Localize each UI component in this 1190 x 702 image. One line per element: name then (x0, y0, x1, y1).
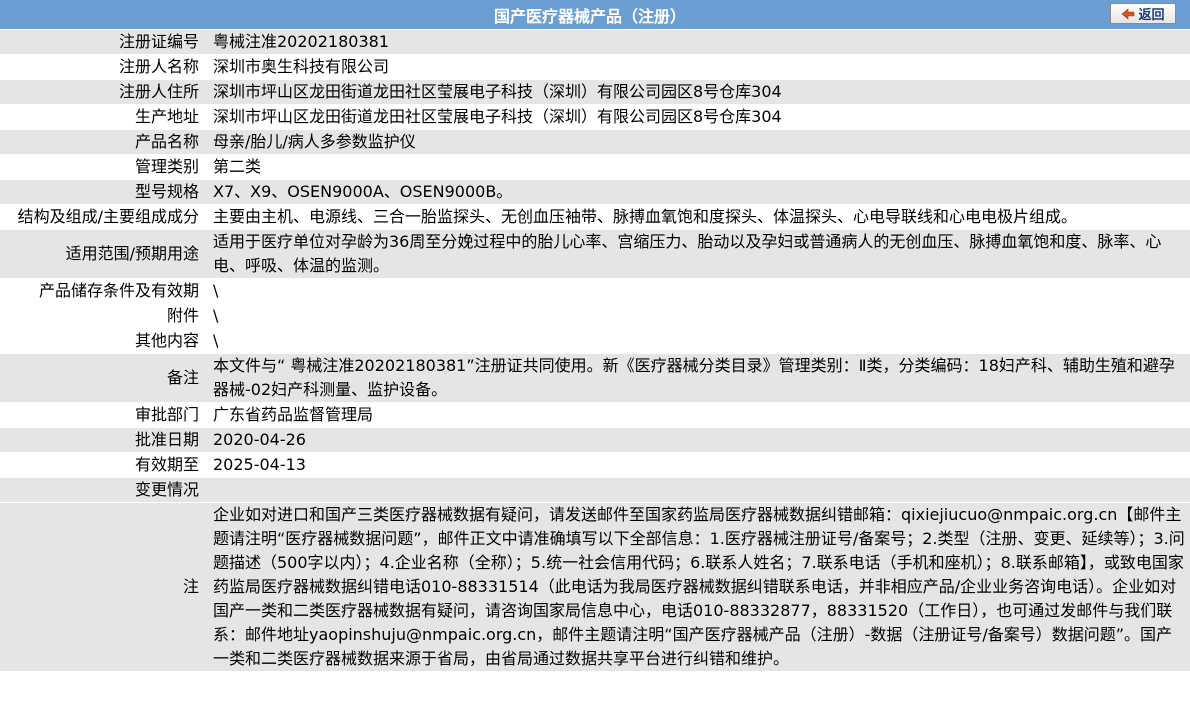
row-registrant: 注册人名称 深圳市奥生科技有限公司 (0, 54, 1190, 80)
field-value: 深圳市坪山区龙田街道龙田社区莹展电子科技（深圳）有限公司园区8号仓库304 (208, 79, 1190, 105)
field-label: 注册人住所 (0, 79, 208, 105)
page: 国产医疗器械产品（注册） 返回 注册证编号 粤械注准20202180381 注册… (0, 0, 1190, 672)
field-value: X7、X9、OSEN9000A、OSEN9000B。 (208, 179, 1190, 205)
field-label: 型号规格 (0, 179, 208, 205)
field-value: 深圳市奥生科技有限公司 (208, 54, 1190, 80)
row-product-name: 产品名称 母亲/胎儿/病人多参数监护仪 (0, 129, 1190, 155)
field-value: 广东省药品监督管理局 (208, 402, 1190, 428)
field-label: 变更情况 (0, 477, 208, 503)
field-label: 备注 (0, 353, 208, 403)
row-scope: 适用范围/预期用途 适用于医疗单位对孕龄为36周至分娩过程中的胎儿心率、宫缩压力… (0, 229, 1190, 279)
field-value: 本文件与“ 粤械注准20202180381”注册证共同使用。新《医疗器械分类目录… (208, 353, 1190, 403)
field-label: 注 (0, 502, 208, 672)
row-attachment: 附件 \ (0, 303, 1190, 329)
row-registrant-address: 注册人住所 深圳市坪山区龙田街道龙田社区莹展电子科技（深圳）有限公司园区8号仓库… (0, 79, 1190, 105)
back-button[interactable]: 返回 (1110, 3, 1176, 24)
field-value: \ (208, 328, 1190, 354)
row-production-address: 生产地址 深圳市坪山区龙田街道龙田社区莹展电子科技（深圳）有限公司园区8号仓库3… (0, 104, 1190, 130)
row-note: 注 企业如对进口和国产三类医疗器械数据有疑问，请发送邮件至国家药监局医疗器械数据… (0, 502, 1190, 672)
field-label: 有效期至 (0, 452, 208, 478)
row-valid-until: 有效期至 2025-04-13 (0, 452, 1190, 478)
row-change: 变更情况 (0, 477, 1190, 503)
row-management-class: 管理类别 第二类 (0, 154, 1190, 180)
field-value: 深圳市坪山区龙田街道龙田社区莹展电子科技（深圳）有限公司园区8号仓库304 (208, 104, 1190, 130)
field-label: 管理类别 (0, 154, 208, 180)
row-reg-no: 注册证编号 粤械注准20202180381 (0, 30, 1190, 55)
field-label: 注册人名称 (0, 54, 208, 80)
field-label: 注册证编号 (0, 30, 208, 55)
field-value: 粤械注准20202180381 (208, 30, 1190, 55)
field-label: 其他内容 (0, 328, 208, 354)
field-value: \ (208, 303, 1190, 329)
row-other: 其他内容 \ (0, 328, 1190, 354)
detail-table: 注册证编号 粤械注准20202180381 注册人名称 深圳市奥生科技有限公司 … (0, 30, 1190, 672)
page-header: 国产医疗器械产品（注册） 返回 (0, 0, 1190, 30)
back-arrow-icon (1122, 7, 1135, 20)
field-value: 第二类 (208, 154, 1190, 180)
row-remark: 备注 本文件与“ 粤械注准20202180381”注册证共同使用。新《医疗器械分… (0, 353, 1190, 403)
field-value: 2025-04-13 (208, 452, 1190, 478)
field-label: 产品储存条件及有效期 (0, 278, 208, 304)
field-label: 适用范围/预期用途 (0, 229, 208, 279)
page-title: 国产医疗器械产品（注册） (493, 6, 686, 26)
back-button-label: 返回 (1138, 8, 1165, 23)
field-label: 附件 (0, 303, 208, 329)
row-model: 型号规格 X7、X9、OSEN9000A、OSEN9000B。 (0, 179, 1190, 205)
row-structure: 结构及组成/主要组成成分 主要由主机、电源线、三合一胎监探头、无创血压袖带、脉搏… (0, 204, 1190, 230)
field-value: \ (208, 278, 1190, 304)
field-value: 母亲/胎儿/病人多参数监护仪 (208, 129, 1190, 155)
field-value: 适用于医疗单位对孕龄为36周至分娩过程中的胎儿心率、宫缩压力、胎动以及孕妇或普通… (208, 229, 1190, 279)
field-label: 生产地址 (0, 104, 208, 130)
field-label: 批准日期 (0, 427, 208, 453)
field-value (208, 477, 1190, 503)
field-label: 产品名称 (0, 129, 208, 155)
field-value: 主要由主机、电源线、三合一胎监探头、无创血压袖带、脉搏血氧饱和度探头、体温探头、… (208, 204, 1190, 230)
field-label: 审批部门 (0, 402, 208, 428)
row-department: 审批部门 广东省药品监督管理局 (0, 402, 1190, 428)
row-storage: 产品储存条件及有效期 \ (0, 278, 1190, 304)
note-text: 企业如对进口和国产三类医疗器械数据有疑问，请发送邮件至国家药监局医疗器械数据纠错… (208, 502, 1190, 672)
field-label: 结构及组成/主要组成成分 (0, 204, 208, 230)
field-value: 2020-04-26 (208, 427, 1190, 453)
row-approve-date: 批准日期 2020-04-26 (0, 427, 1190, 453)
